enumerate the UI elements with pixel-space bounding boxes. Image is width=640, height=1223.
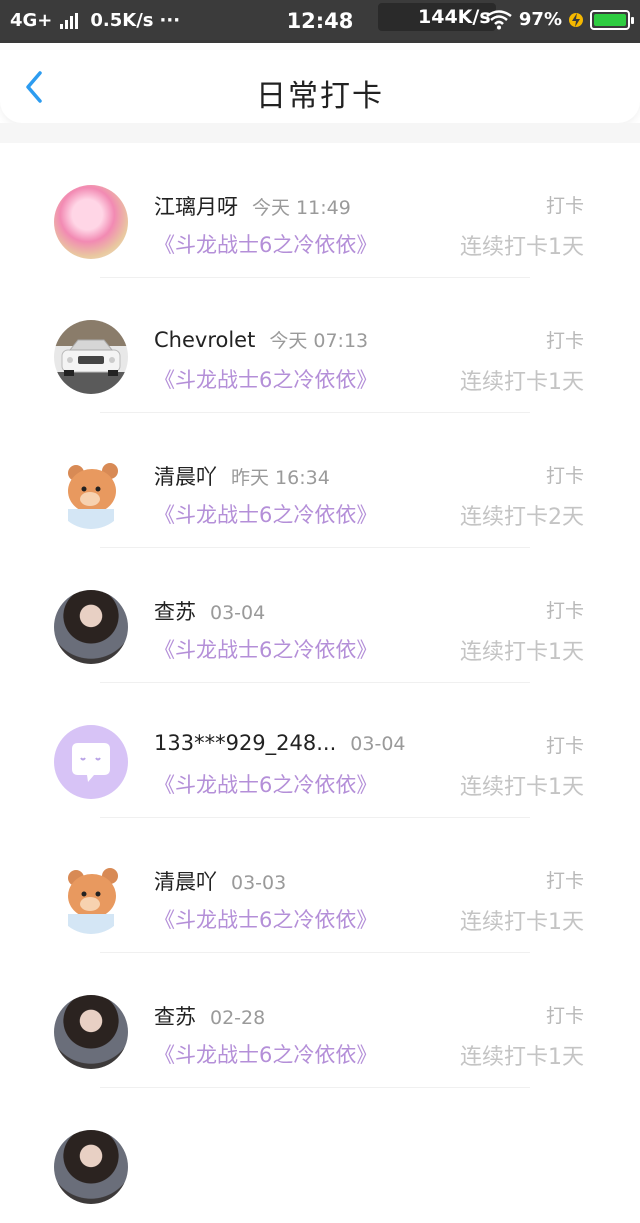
list-item[interactable]: 清晨吖 03-03 《斗龙战士6之冷依依》 打卡 连续打卡1天 xyxy=(0,818,640,953)
avatar[interactable] xyxy=(54,725,128,799)
avatar[interactable] xyxy=(54,1130,128,1204)
user-name-row: 清晨吖 03-03 xyxy=(154,866,286,896)
user-name: 133***929_248... xyxy=(154,731,337,755)
checkin-label: 打卡 xyxy=(545,330,584,352)
user-name: 清晨吖 xyxy=(154,870,217,894)
checkin-list: 江璃月呀 今天 11:49 《斗龙战士6之冷依依》 打卡 连续打卡1天 Chevr… xyxy=(0,143,640,1223)
checkin-time: 03-04 xyxy=(210,602,266,624)
list-item-partial[interactable] xyxy=(0,1088,640,1223)
status-bar: 4G+ 0.5K/s ··· 12:48 144K/s 97% xyxy=(0,0,640,43)
streak-label: 连续打卡1天 xyxy=(460,1045,584,1070)
book-title[interactable]: 《斗龙战士6之冷依依》 xyxy=(154,904,377,934)
book-title[interactable]: 《斗龙战士6之冷依依》 xyxy=(154,769,377,799)
checkin-time: 今天 07:13 xyxy=(269,330,369,352)
streak-label: 连续打卡1天 xyxy=(460,235,584,260)
battery-percent: 97% xyxy=(518,9,562,30)
checkin-label: 打卡 xyxy=(545,195,584,217)
car-avatar-image xyxy=(61,339,121,376)
streak-label: 连续打卡1天 xyxy=(460,370,584,395)
wifi-icon xyxy=(486,9,512,29)
streak-label: 连续打卡1天 xyxy=(460,775,584,800)
status-right: 97% xyxy=(486,9,634,30)
app-header: 日常打卡 xyxy=(0,43,640,123)
book-title[interactable]: 《斗龙战士6之冷依依》 xyxy=(154,229,377,259)
avatar[interactable] xyxy=(54,860,128,934)
streak-label: 连续打卡1天 xyxy=(460,640,584,665)
streak-label: 连续打卡1天 xyxy=(460,910,584,935)
bear-avatar-image xyxy=(68,868,118,934)
default-chat-avatar-icon xyxy=(72,743,110,782)
battery-icon xyxy=(590,9,634,30)
book-title[interactable]: 《斗龙战士6之冷依依》 xyxy=(154,364,377,394)
user-name-row: 查苏 02-28 xyxy=(154,1001,265,1031)
user-name-row: 查苏 03-04 xyxy=(154,596,265,626)
checkin-label: 打卡 xyxy=(545,870,584,892)
checkin-label: 打卡 xyxy=(545,600,584,622)
list-item[interactable]: 133***929_248... 03-04 《斗龙战士6之冷依依》 打卡 连续打… xyxy=(0,683,640,818)
user-name-row: 133***929_248... 03-04 xyxy=(154,731,406,755)
charging-icon xyxy=(569,12,583,27)
checkin-label: 打卡 xyxy=(545,465,584,487)
user-name-row: 江璃月呀 今天 11:49 xyxy=(154,191,351,221)
book-title[interactable]: 《斗龙战士6之冷依依》 xyxy=(154,634,377,664)
user-name-row: Chevrolet 今天 07:13 xyxy=(154,326,368,353)
list-item[interactable]: 江璃月呀 今天 11:49 《斗龙战士6之冷依依》 打卡 连续打卡1天 xyxy=(0,143,640,278)
avatar[interactable] xyxy=(54,455,128,529)
checkin-time: 02-28 xyxy=(210,1007,266,1029)
user-name: 江璃月呀 xyxy=(154,195,238,219)
checkin-time: 今天 11:49 xyxy=(252,197,351,219)
checkin-time: 03-04 xyxy=(350,733,406,755)
user-name-row: 清晨吖 昨天 16:34 xyxy=(154,461,330,491)
user-name: 查苏 xyxy=(154,1005,196,1029)
user-name: 查苏 xyxy=(154,600,196,624)
bear-avatar-image xyxy=(68,463,118,529)
streak-label: 连续打卡2天 xyxy=(460,505,584,530)
checkin-label: 打卡 xyxy=(545,735,584,757)
list-item[interactable]: 查苏 02-28 《斗龙战士6之冷依依》 打卡 连续打卡1天 xyxy=(0,953,640,1088)
checkin-label: 打卡 xyxy=(545,1005,584,1027)
list-item[interactable]: 清晨吖 昨天 16:34 《斗龙战士6之冷依依》 打卡 连续打卡2天 xyxy=(0,413,640,548)
book-title[interactable]: 《斗龙战士6之冷依依》 xyxy=(154,499,377,529)
header-separator xyxy=(0,123,640,143)
avatar[interactable] xyxy=(54,320,128,394)
avatar[interactable] xyxy=(54,995,128,1069)
page-title: 日常打卡 xyxy=(256,79,384,114)
net-speed-right: 144K/s xyxy=(418,6,491,28)
book-title[interactable]: 《斗龙战士6之冷依依》 xyxy=(154,1039,377,1069)
user-name: Chevrolet xyxy=(154,328,256,352)
user-name: 清晨吖 xyxy=(154,465,217,489)
list-item[interactable]: Chevrolet 今天 07:13 《斗龙战士6之冷依依》 打卡 连续打卡1天 xyxy=(0,278,640,413)
checkin-time: 03-03 xyxy=(231,872,287,894)
checkin-time: 昨天 16:34 xyxy=(231,467,330,489)
avatar[interactable] xyxy=(54,590,128,664)
list-item[interactable]: 查苏 03-04 《斗龙战士6之冷依依》 打卡 连续打卡1天 xyxy=(0,548,640,683)
avatar[interactable] xyxy=(54,185,128,259)
